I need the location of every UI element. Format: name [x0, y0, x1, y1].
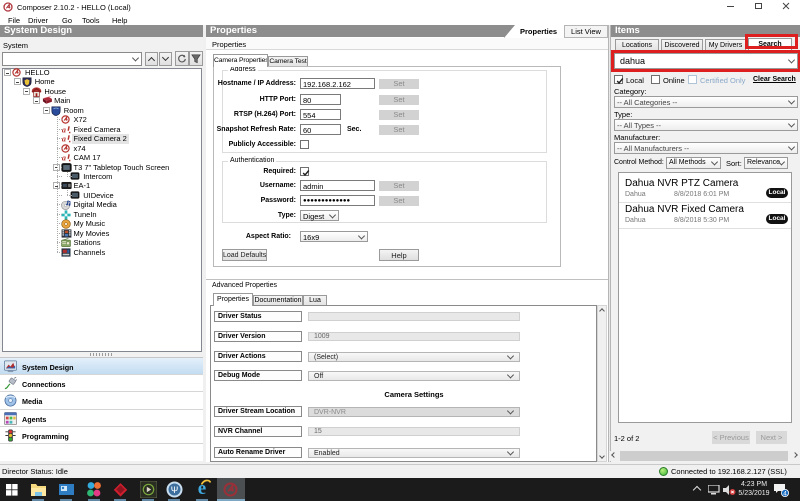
svg-text:a: a: [61, 134, 65, 143]
svg-text:Ψ: Ψ: [171, 485, 179, 495]
svg-text:4: 4: [783, 490, 787, 497]
svg-text:a: a: [61, 125, 65, 134]
svg-text:a: a: [61, 153, 65, 162]
